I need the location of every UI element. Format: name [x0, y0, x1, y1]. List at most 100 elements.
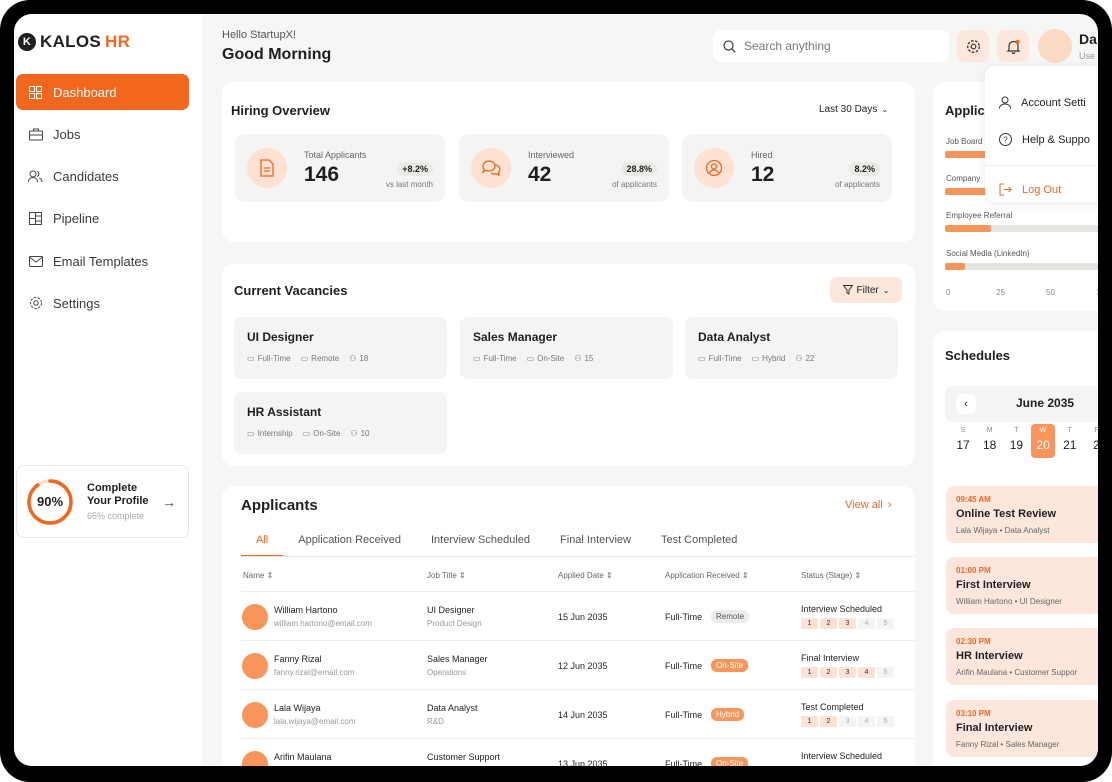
column-header-job-title[interactable]: Job Title ⇕ — [427, 571, 466, 580]
users-icon: ⚇ — [349, 354, 357, 363]
search-bar[interactable]: Search anything — [713, 30, 949, 62]
schedule-item[interactable]: 09:45 AM Online Test Review Lala Wijaya • … — [946, 486, 1098, 543]
schedule-item[interactable]: 01:00 PM First Interview William Hartono •… — [946, 557, 1098, 614]
vacancy-type: Full-Time — [708, 354, 742, 363]
calendar-day[interactable]: M 18 — [978, 427, 1002, 452]
applicant-name: Lala Wijaya — [274, 703, 321, 713]
search-input[interactable]: Search anything — [744, 39, 831, 53]
vacancy-title: HR Assistant — [247, 405, 322, 419]
vacancy-card[interactable]: Data Analyst ▭ Full-Time ▭ Hybrid ⚇ 22 — [685, 317, 898, 379]
calendar-day[interactable]: S 17 — [951, 427, 975, 452]
column-header-application-received[interactable]: Application Received ⇕ — [665, 571, 749, 580]
tab-application-received[interactable]: Application Received — [283, 527, 416, 557]
sidebar-item-dashboard[interactable]: Dashboard — [16, 74, 189, 110]
schedule-time: 03:10 PM — [956, 709, 991, 718]
users-icon: ⚇ — [574, 354, 582, 363]
applied-date: 12 Jun 2035 — [558, 661, 608, 671]
calendar-day[interactable]: T 19 — [1004, 427, 1028, 452]
menu-item-account-settings[interactable]: Account Setti — [999, 96, 1086, 109]
stat-note: of applicants — [835, 180, 880, 189]
menu-item-label: Help & Suppo — [1022, 133, 1090, 146]
sidebar-item-candidates[interactable]: Candidates — [16, 159, 189, 195]
calendar-day[interactable]: F2 — [1085, 427, 1098, 452]
schedule-title: First Interview — [956, 579, 1031, 591]
menu-item-logout[interactable]: Log Out — [999, 183, 1061, 196]
vacancy-card[interactable]: UI Designer ▭ Full-Time ▭ Remote ⚇ 18 — [234, 317, 447, 379]
applicant-job-title: Data Analyst — [427, 703, 478, 713]
applicant-tabs: All Application Received Interview Sched… — [241, 527, 752, 557]
hiring-overview-title: Hiring Overview — [231, 103, 330, 118]
user-avatar[interactable] — [1038, 29, 1072, 63]
profile-card-subtitle: 65% complete — [87, 511, 145, 521]
stage-step: 3 — [839, 716, 856, 727]
vacancy-card[interactable]: Sales Manager ▭ Full-Time ▭ On-Site ⚇ 15 — [460, 317, 673, 379]
schedule-item[interactable]: 03:10 PM Final Interview Fanny Rizal • Sal… — [946, 700, 1098, 757]
weekday-label: S — [960, 427, 966, 434]
table-row[interactable]: Arifin Maulana Customer Support 13 Jun 203… — [241, 738, 915, 766]
calendar-day[interactable]: W 20 — [1031, 424, 1056, 458]
notifications-button[interactable] — [997, 30, 1029, 62]
status-text: Final Interview — [801, 653, 860, 663]
profile-progress-value: 90% — [36, 494, 64, 509]
tab-test-completed[interactable]: Test Completed — [646, 527, 752, 557]
schedule-item[interactable]: 02:30 PM HR Interview Arifin Maulana • Cus… — [946, 628, 1098, 685]
vacancy-card[interactable]: HR Assistant ▭ Internship ▭ On-Site ⚇ 10 — [234, 392, 447, 454]
calendar-day[interactable]: T 21 — [1058, 427, 1082, 452]
table-row[interactable]: Lala Wijaya lala.wijaya@email.com Data Ana… — [241, 689, 915, 737]
tab-final-interview[interactable]: Final Interview — [545, 527, 646, 557]
stage-step: 1 — [801, 667, 818, 678]
calendar-prev-button[interactable]: ‹ — [956, 394, 976, 414]
column-header-name[interactable]: Name ⇕ — [243, 571, 273, 580]
menu-item-help-support[interactable]: ? Help & Suppo — [999, 133, 1090, 146]
column-header-applied-date[interactable]: Applied Date ⇕ — [558, 571, 613, 580]
complete-profile-card[interactable]: 90% Complete Your Profile 65% complete → — [16, 465, 189, 538]
employment-type: Full-Time — [665, 759, 703, 766]
stat-value: 42 — [528, 163, 552, 186]
filter-label: Filter — [856, 284, 879, 296]
chat-icon — [471, 148, 511, 188]
brand-logo[interactable]: K KALOS HR — [18, 32, 130, 52]
sidebar: K KALOS HR Dashboard Jobs Candidates Pipe… — [14, 14, 202, 766]
axis-tick: 25 — [996, 288, 1005, 297]
applied-date: 13 Jun 2035 — [558, 759, 608, 766]
sidebar-item-email-templates[interactable]: Email Templates — [16, 243, 189, 279]
stat-badge: +8.2% — [397, 162, 433, 176]
applicants-title: Applicants — [241, 497, 318, 514]
source-bar — [945, 151, 989, 158]
users-icon — [28, 169, 43, 184]
date-number: 19 — [1009, 438, 1024, 452]
filter-button[interactable]: Filter ⌄ — [830, 277, 902, 303]
stat-badge: 28.8% — [621, 162, 657, 176]
greeting: Hello StartupX! — [222, 29, 296, 41]
date-range-value: Last 30 Days — [819, 104, 878, 115]
sidebar-item-jobs[interactable]: Jobs — [16, 116, 189, 152]
stage-step: 4 — [858, 716, 875, 727]
table-row[interactable]: William Hartono william.hartono@email.com… — [241, 591, 915, 639]
tab-all[interactable]: All — [241, 527, 284, 557]
employment-type: Full-Time — [665, 612, 703, 622]
vacancy-applicants: 18 — [359, 354, 369, 363]
search-icon — [723, 39, 736, 53]
source-bar-track — [945, 225, 1098, 232]
work-mode-tag: On-Site — [711, 757, 749, 766]
vacancy-mode: Hybrid — [762, 354, 786, 363]
sidebar-item-pipeline[interactable]: Pipeline — [16, 201, 189, 237]
work-mode-tag: Remote — [711, 610, 750, 623]
schedule-detail: William Hartono • UI Designer — [956, 597, 1062, 606]
settings-button[interactable] — [957, 30, 989, 62]
stat-card-total-applicants: Total Applicants 146 +8.2% vs last month — [235, 134, 445, 202]
sidebar-item-settings[interactable]: Settings — [16, 285, 189, 321]
axis-tick: 0 — [946, 288, 951, 297]
schedule-detail: Arifin Maulana • Customer Suppor — [956, 668, 1078, 677]
user-icon — [999, 96, 1011, 109]
document-icon — [247, 148, 287, 188]
column-header-status[interactable]: Status (Stage) ⇕ — [801, 571, 861, 580]
brand-name: KALOS — [40, 32, 101, 51]
stage-step: 5 — [877, 667, 894, 678]
gear-icon — [28, 296, 43, 311]
date-range-dropdown[interactable]: Last 30 Days ⌄ — [819, 104, 888, 115]
view-all-link[interactable]: View all › — [845, 499, 891, 511]
sidebar-item-label: Candidates — [53, 169, 119, 185]
tab-interview-scheduled[interactable]: Interview Scheduled — [416, 527, 545, 557]
table-row[interactable]: Fanny Rizal fanny.rizal@email.com Sales Ma… — [241, 640, 915, 688]
